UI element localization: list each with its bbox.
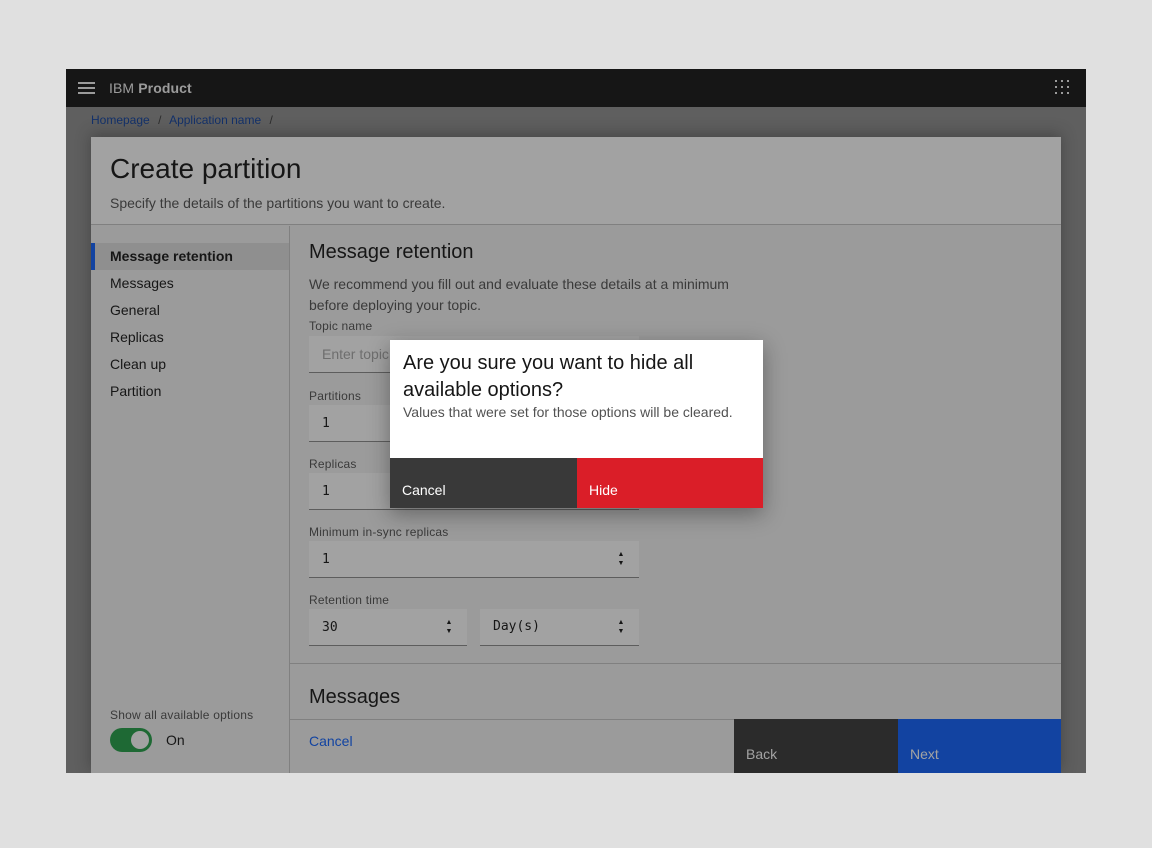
hide-options-confirmation-dialog: Are you sure you want to hide all availa… xyxy=(390,340,763,508)
dialog-actions: Cancel Hide xyxy=(390,458,763,508)
dialog-hide-button[interactable]: Hide xyxy=(577,458,763,508)
dialog-cancel-button[interactable]: Cancel xyxy=(390,458,577,508)
desktop-background: IBM Product Homepage / Application name … xyxy=(0,0,1152,848)
dialog-title-line: Are you sure you want to hide all xyxy=(403,350,748,377)
app-window: IBM Product Homepage / Application name … xyxy=(66,69,1086,773)
dialog-title: Are you sure you want to hide all availa… xyxy=(403,350,748,404)
dialog-body-text: Values that were set for those options w… xyxy=(403,404,748,420)
dialog-title-line: available options? xyxy=(403,377,748,404)
